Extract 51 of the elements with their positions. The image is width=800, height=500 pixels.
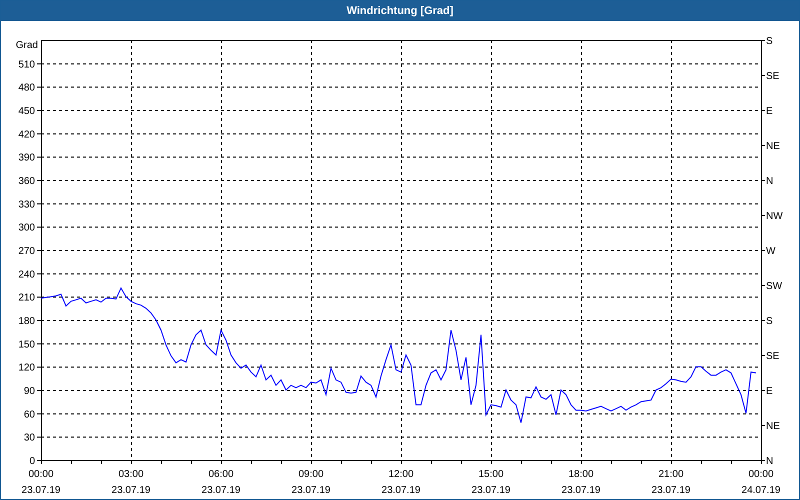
compass-tick-label: SE (766, 351, 780, 362)
x-tick-date: 23.07.19 (22, 485, 60, 496)
compass-tick-label: SE (766, 71, 780, 82)
y-tick-label: 240 (18, 269, 35, 280)
y-tick-label: 420 (18, 129, 35, 140)
x-tick-date: 23.07.19 (472, 485, 510, 496)
compass-tick-label: NE (766, 141, 780, 152)
y-tick-label: 90 (24, 386, 35, 397)
x-tick-date: 23.07.19 (202, 485, 240, 496)
y-tick-label: 330 (18, 199, 35, 210)
x-tick-date: 23.07.19 (652, 485, 690, 496)
y-tick-label: 450 (18, 106, 35, 117)
y-tick-label: 0 (29, 456, 35, 467)
y-tick-label: 270 (18, 246, 35, 257)
x-tick-time: 00:00 (28, 469, 54, 480)
y-tick-label: 210 (18, 292, 35, 304)
y-axis-title: Grad (16, 40, 38, 51)
y-tick-label: 300 (18, 222, 35, 234)
y-tick-label: 510 (18, 59, 35, 70)
x-tick-date: 24.07.19 (742, 485, 780, 496)
compass-tick-label: E (766, 386, 773, 397)
y-tick-label: 120 (18, 362, 35, 374)
compass-tick-label: W (766, 246, 776, 257)
x-tick-time: 15:00 (478, 469, 504, 480)
compass-tick-label: NE (766, 421, 780, 432)
y-tick-label: 360 (18, 176, 35, 187)
y-tick-label: 150 (18, 339, 35, 350)
y-tick-label: 480 (18, 82, 35, 94)
y-tick-label: 30 (24, 432, 35, 444)
compass-tick-label: N (766, 176, 774, 187)
compass-tick-label: NW (766, 211, 783, 222)
x-tick-time: 03:00 (118, 469, 144, 480)
x-tick-time: 21:00 (658, 469, 684, 480)
compass-tick-label: E (766, 106, 773, 117)
y-tick-label: 180 (18, 316, 35, 327)
x-tick-time: 18:00 (568, 469, 594, 480)
x-tick-date: 23.07.19 (562, 485, 600, 496)
x-tick-time: 06:00 (208, 469, 234, 480)
compass-tick-label: S (766, 316, 773, 327)
compass-tick-label: N (766, 456, 774, 467)
compass-tick-label: SW (766, 281, 782, 292)
compass-tick-label: S (766, 36, 773, 47)
x-tick-time: 00:00 (748, 469, 774, 480)
x-tick-time: 12:00 (388, 469, 414, 480)
x-tick-time: 09:00 (298, 469, 324, 480)
x-tick-date: 23.07.19 (292, 485, 330, 496)
window-title: Windrichtung [Grad] (346, 5, 454, 17)
x-tick-date: 23.07.19 (382, 485, 420, 496)
y-tick-label: 390 (18, 152, 35, 164)
x-tick-date: 23.07.19 (112, 485, 150, 496)
y-tick-label: 60 (24, 409, 35, 420)
